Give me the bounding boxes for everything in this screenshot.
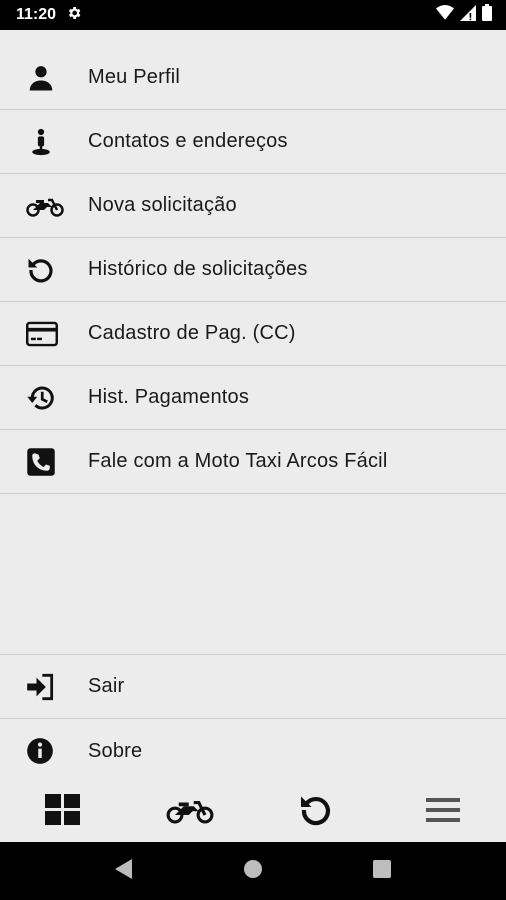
menu-label: Meu Perfil [88, 66, 181, 88]
menu-item-nova-solicitacao[interactable]: Nova solicitação [0, 174, 506, 238]
nav-ride-button[interactable] [150, 787, 230, 837]
recents-icon [372, 859, 392, 884]
info-icon [0, 737, 88, 765]
menu-item-hist-pagamentos[interactable]: Hist. Pagamentos [0, 366, 506, 430]
motorcycle-icon [0, 193, 88, 219]
system-navigation-bar [0, 842, 506, 900]
menu-label: Sobre [88, 739, 143, 762]
back-icon [114, 858, 134, 885]
status-right [436, 4, 492, 26]
logout-icon [0, 673, 88, 701]
history-icon [298, 792, 334, 833]
menu-icon [425, 796, 460, 829]
status-left: 11:20 [16, 5, 82, 26]
menu-label: Fale com a Moto Taxi Arcos Fácil [88, 450, 388, 472]
status-bar: 11:20 [0, 0, 506, 30]
menu-label: Contatos e endereços [88, 130, 288, 152]
phone-icon [0, 447, 88, 477]
menu-item-sair[interactable]: Sair [0, 655, 506, 719]
nav-grid-button[interactable] [23, 787, 103, 837]
menu-label: Cadastro de Pag. (CC) [88, 322, 296, 344]
wifi-icon [436, 4, 454, 26]
restore-icon [0, 383, 88, 413]
menu-label: Sair [88, 675, 125, 697]
status-time: 11:20 [16, 6, 57, 23]
gear-icon [66, 5, 82, 26]
battery-icon [482, 4, 492, 26]
credit-card-icon [0, 321, 88, 347]
person-pin-icon [0, 127, 88, 157]
bottom-navigation [0, 782, 506, 842]
menu-label: Histórico de solicitações [88, 258, 308, 280]
secondary-menu-list: Sair Sobre [0, 654, 506, 783]
menu-item-meu-perfil[interactable]: Meu Perfil [0, 46, 506, 110]
home-button[interactable] [228, 846, 278, 896]
menu-item-sobre[interactable]: Sobre [0, 719, 506, 783]
menu-item-fale-conosco[interactable]: Fale com a Moto Taxi Arcos Fácil [0, 430, 506, 494]
signal-icon [460, 4, 476, 26]
back-button[interactable] [99, 846, 149, 896]
home-icon [242, 858, 264, 885]
menu-item-historico[interactable]: Histórico de solicitações [0, 238, 506, 302]
menu-item-contatos[interactable]: Contatos e endereços [0, 110, 506, 174]
menu-label: Nova solicitação [88, 194, 237, 216]
menu-item-cadastro-pag[interactable]: Cadastro de Pag. (CC) [0, 302, 506, 366]
nav-menu-button[interactable] [403, 787, 483, 837]
menu-label: Hist. Pagamentos [88, 386, 250, 408]
drawer-menu: Meu Perfil Contatos e endereços Nova sol… [0, 30, 506, 842]
menu-list: Meu Perfil Contatos e endereços Nova sol… [0, 46, 506, 494]
person-icon [0, 63, 88, 93]
nav-history-button[interactable] [276, 787, 356, 837]
grid-icon [45, 793, 81, 831]
history-icon [0, 255, 88, 285]
motorcycle-icon [165, 795, 215, 830]
recents-button[interactable] [357, 846, 407, 896]
